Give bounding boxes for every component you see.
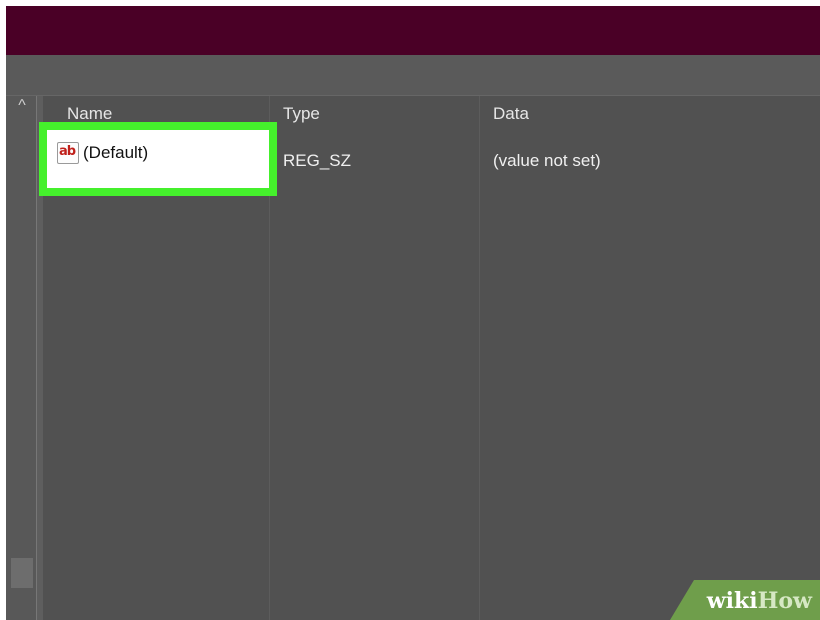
row-type-cell: REG_SZ <box>283 151 352 170</box>
watermark-how: How <box>757 588 812 614</box>
watermark-wiki: wiki <box>706 588 758 614</box>
column-header-type[interactable]: Type <box>277 96 477 132</box>
key-tree-pane[interactable]: ^ <box>6 96 36 620</box>
column-divider[interactable] <box>479 96 480 620</box>
highlight-box: ab (Default) <box>39 122 277 196</box>
row-name-label: (Default) <box>83 143 149 162</box>
row-data-cell: (value not set) <box>493 151 601 170</box>
title-bar <box>6 6 820 55</box>
scroll-up-arrow-icon[interactable]: ^ <box>14 98 30 114</box>
registry-editor-window: ^ Name Type Data REG_SZ (value not set) … <box>6 6 820 620</box>
wikihow-logo: wikiHow <box>707 588 812 614</box>
registry-string-icon: ab <box>57 142 79 164</box>
row-name-cell[interactable]: ab (Default) <box>57 142 148 164</box>
wikihow-watermark: wikiHow <box>670 580 820 620</box>
column-header-data[interactable]: Data <box>487 96 787 132</box>
address-bar <box>6 55 820 96</box>
tree-scrollbar-thumb[interactable] <box>11 558 33 588</box>
table-row[interactable]: ab (Default) <box>47 130 269 188</box>
